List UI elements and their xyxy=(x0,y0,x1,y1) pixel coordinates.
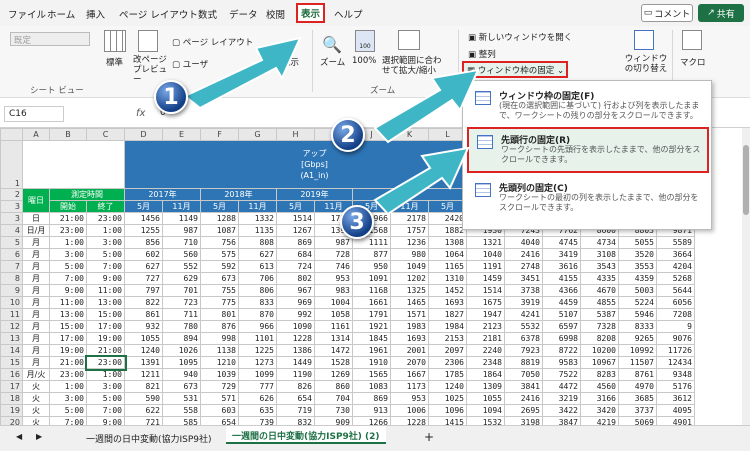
tab-next-icon[interactable]: ▶ xyxy=(36,432,42,441)
step-badge-2: 2 xyxy=(331,118,365,152)
annotation-arrows xyxy=(183,36,480,216)
arrow-to-top-row-item xyxy=(373,146,470,216)
tab-prev-icon[interactable]: ◀ xyxy=(16,432,22,441)
arrow-to-freeze-button xyxy=(373,68,480,144)
step-badge-3: 3 xyxy=(340,205,374,239)
tab-sheet-1[interactable]: 一週間の日中変動(協力ISP9社) xyxy=(80,429,218,447)
tab-sheet-2[interactable]: 一週間の日中変動(協力ISP9社) (2) xyxy=(226,426,386,444)
step-badge-1: 1 xyxy=(154,80,188,114)
sheet-tab-bar: ◀ ▶ 一週間の日中変動(協力ISP9社) 一週間の日中変動(協力ISP9社) … xyxy=(0,425,750,451)
add-sheet-button[interactable]: + xyxy=(424,430,434,444)
arrow-to-view-tab xyxy=(183,36,302,110)
